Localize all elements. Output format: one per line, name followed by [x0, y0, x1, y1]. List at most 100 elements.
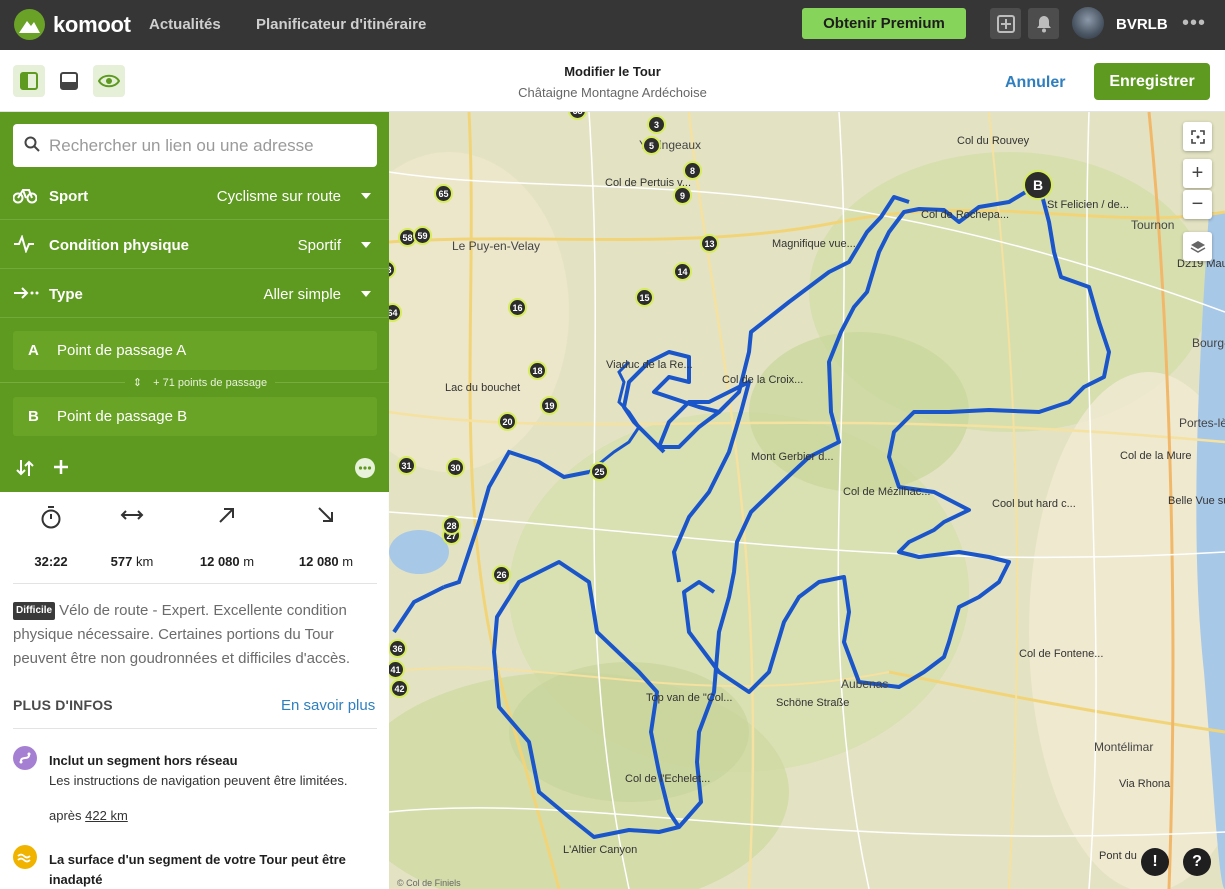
type-selector[interactable]: Type Aller simple [0, 270, 389, 318]
surface-warning-icon [13, 845, 37, 869]
waypoint-marker-18[interactable]: 18 [528, 361, 547, 380]
info-title: La surface d'un segment de votre Tour pe… [49, 852, 346, 887]
waypoint-b-name: Point de passage B [57, 408, 188, 425]
help-button[interactable]: ? [1183, 848, 1211, 876]
waypoint-marker-14[interactable]: 14 [673, 262, 692, 281]
map-attribution: © Col de Finiels [397, 878, 461, 888]
waypoint-marker-13[interactable]: 13 [700, 234, 719, 253]
sport-value: Cyclisme sur route [216, 188, 341, 205]
ascent-unit: m [243, 554, 255, 569]
chevron-down-icon [361, 291, 371, 297]
waypoint-marker-3[interactable]: 3 [647, 115, 666, 134]
user-avatar[interactable] [1072, 7, 1104, 39]
zoom-out-button[interactable]: − [1183, 190, 1212, 219]
map-base-layer [389, 112, 1225, 889]
sport-label: Sport [49, 188, 89, 205]
end-marker-b[interactable]: B [1023, 170, 1053, 200]
waypoint-marker-5[interactable]: 5 [642, 136, 661, 155]
map-label-poi: L'Altier Canyon [563, 844, 638, 856]
distance-arrows-icon [120, 510, 144, 520]
map-label-poi: St Felicien / de... [1047, 199, 1129, 211]
learn-more-link[interactable]: En savoir plus [281, 697, 375, 714]
waypoint-marker-9[interactable]: 9 [673, 186, 692, 205]
waypoint-marker-15[interactable]: 15 [635, 288, 654, 307]
after-distance-link[interactable]: 422 km [85, 808, 128, 823]
waypoint-marker-42[interactable]: 42 [390, 679, 409, 698]
cancel-button[interactable]: Annuler [1005, 74, 1065, 92]
map-label-city: Montélimar [1094, 740, 1154, 754]
map-label-city: Aubenas [841, 677, 889, 691]
report-issue-button[interactable]: ! [1141, 848, 1169, 876]
sport-selector[interactable]: Sport Cyclisme sur route [0, 172, 389, 220]
map-label-poi: Mont Gerbier d... [751, 451, 834, 463]
info-description: Les instructions de navigation peuvent ê… [49, 773, 348, 788]
descent-stat: 12 080 m [288, 505, 364, 569]
zoom-in-button[interactable]: + [1183, 159, 1212, 188]
ascent-stat: 12 080 m [189, 505, 265, 569]
divider [13, 583, 377, 584]
waypoint-marker-19[interactable]: 19 [540, 396, 559, 415]
create-icon[interactable] [990, 8, 1021, 39]
duration-stat: 32:22 [13, 505, 89, 569]
map-label-poi: Pont du [1099, 850, 1137, 862]
get-premium-button[interactable]: Obtenir Premium [802, 8, 966, 39]
map-label-poi: Viaduc de la Re... [606, 359, 693, 371]
reverse-route-icon[interactable] [15, 458, 35, 478]
more-options-icon[interactable] [354, 457, 376, 479]
waypoint-marker-28[interactable]: 28 [442, 516, 461, 535]
ascent-value: 12 080 [199, 554, 240, 569]
waypoint-count[interactable]: ⇕ + 71 points de passage [0, 376, 400, 389]
more-info-heading: PLUS D'INFOS [13, 697, 113, 713]
komoot-logo[interactable]: komoot [14, 9, 131, 40]
map-label-poi: Via Rhona [1119, 778, 1171, 790]
info-after-distance: après 422 km [49, 808, 128, 823]
tour-stats: 32:22 577 km 12 080 m 12 080 m [0, 505, 389, 583]
chevron-down-icon [361, 193, 371, 199]
nav-route-planner[interactable]: Planificateur d'itinéraire [256, 16, 426, 33]
map-label-poi: Lac du bouchet [445, 382, 521, 394]
fullscreen-button[interactable] [1183, 122, 1212, 151]
distance-value: 577 [110, 554, 133, 569]
map-label-poi: Top van de "Col... [646, 692, 733, 704]
chevron-down-icon [361, 242, 371, 248]
search-input[interactable]: Rechercher un lien ou une adresse [13, 124, 377, 167]
waypoint-a[interactable]: A Point de passage A [13, 331, 377, 370]
after-prefix: après [49, 808, 82, 823]
waypoint-marker-20[interactable]: 20 [498, 412, 517, 431]
add-waypoint-icon[interactable] [52, 458, 70, 476]
waypoint-count-label: + 71 points de passage [149, 377, 272, 389]
komoot-logo-icon [14, 9, 45, 40]
map-label-city: Portes-lès [1179, 416, 1225, 430]
waypoint-a-name: Point de passage A [57, 342, 187, 359]
fullscreen-icon [1190, 129, 1205, 144]
notification-bell-icon[interactable] [1028, 8, 1059, 39]
bicycle-icon [13, 189, 37, 204]
waypoint-marker-25[interactable]: 25 [590, 462, 609, 481]
waypoint-b[interactable]: B Point de passage B [13, 397, 377, 436]
map-layers-button[interactable] [1183, 232, 1212, 261]
save-button[interactable]: Enregistrer [1094, 63, 1210, 100]
difficulty-badge: Difficile [13, 602, 56, 620]
map-label-poi: Col du Rouvey [957, 135, 1030, 147]
map-label-poi: Schöne Straße [776, 697, 850, 709]
map-label-poi: Col de l'Echelet... [625, 773, 711, 785]
waypoint-marker-26[interactable]: 26 [492, 565, 511, 584]
waypoint-b-letter: B [28, 408, 39, 425]
distance-stat: 577 km [94, 505, 170, 569]
waypoint-marker-16[interactable]: 16 [508, 298, 527, 317]
more-menu-icon[interactable]: ••• [1182, 12, 1206, 35]
waypoint-marker-59[interactable]: 59 [413, 226, 432, 245]
waypoint-marker-8[interactable]: 8 [683, 161, 702, 180]
type-value: Aller simple [263, 286, 341, 303]
nav-actualites[interactable]: Actualités [149, 16, 221, 33]
username[interactable]: BVRLB [1116, 16, 1168, 33]
waypoint-marker-65[interactable]: 65 [434, 184, 453, 203]
fitness-selector[interactable]: Condition physique Sportif [0, 221, 389, 269]
map-label-poi: Col de Rochepa... [921, 209, 1010, 221]
map-canvas[interactable]: Yssingeaux Le Puy-en-Velay Tournon Bourg… [389, 112, 1225, 889]
waypoint-marker-30[interactable]: 30 [446, 458, 465, 477]
distance-unit: km [135, 554, 154, 569]
waypoint-marker-31[interactable]: 31 [397, 456, 416, 475]
waypoint-tools [0, 454, 389, 484]
ascent-arrow-icon [219, 508, 234, 523]
